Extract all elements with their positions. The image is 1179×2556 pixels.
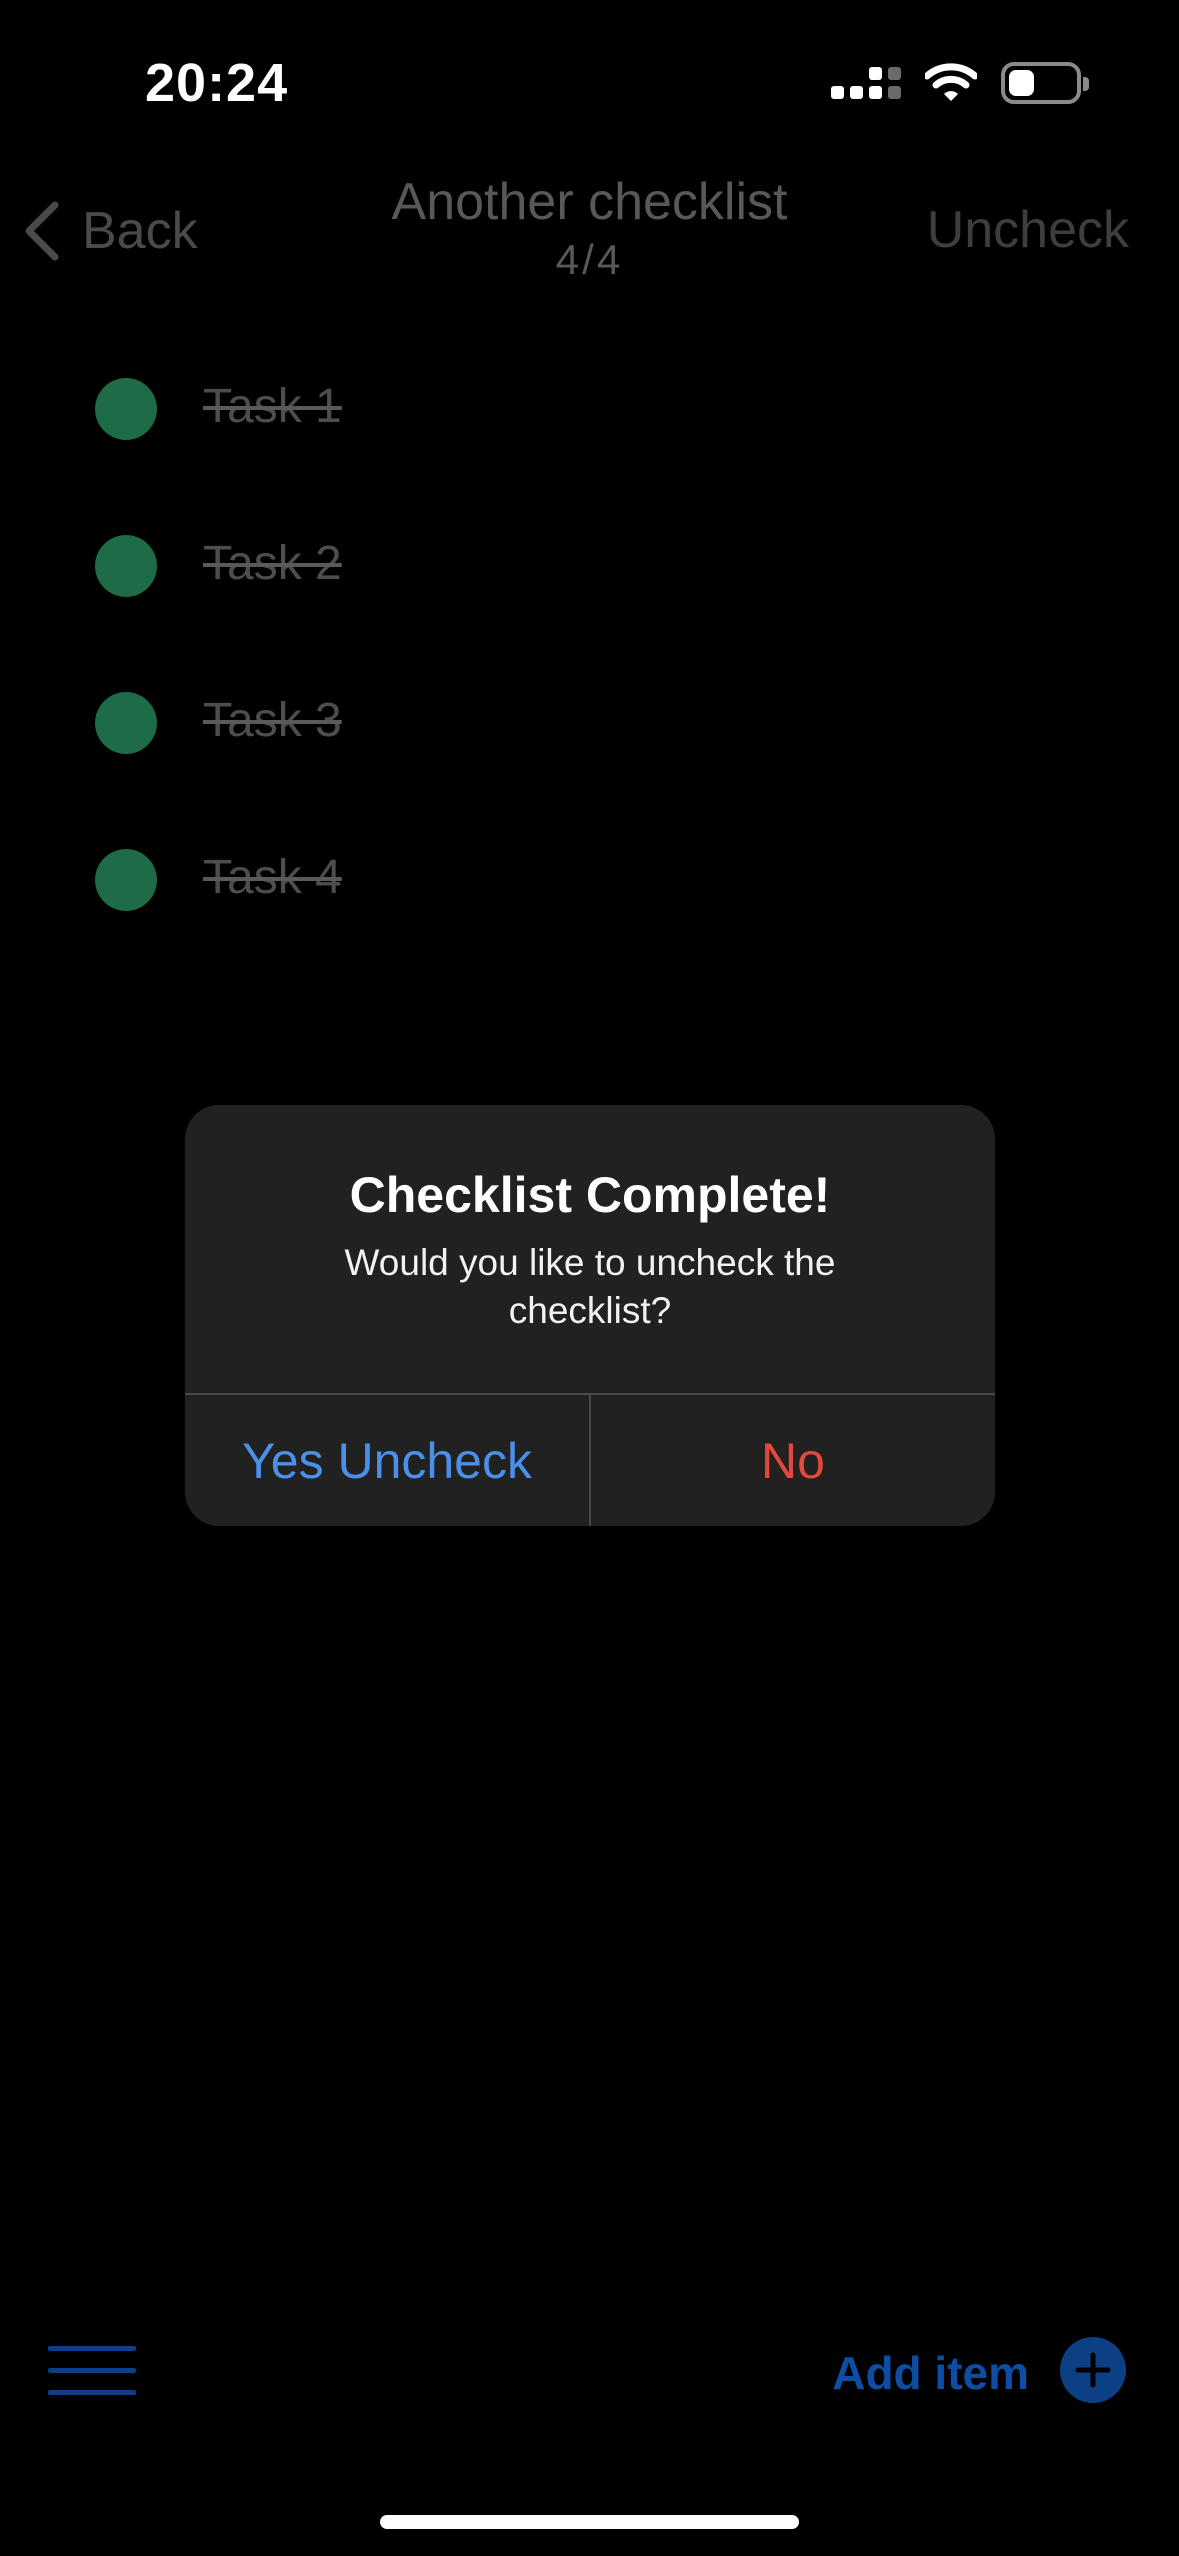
checked-circle-icon[interactable]: [95, 378, 157, 440]
task-row[interactable]: Task 1: [0, 345, 1179, 502]
back-label: Back: [82, 202, 198, 260]
back-button[interactable]: Back: [22, 200, 198, 262]
task-row[interactable]: Task 4: [0, 816, 1179, 973]
task-row[interactable]: Task 3: [0, 659, 1179, 816]
status-icons: [831, 62, 1089, 104]
alert-message: Would you like to uncheck the checklist?: [344, 1242, 836, 1332]
task-list: Task 1 Task 2 Task 3 Task 4: [0, 345, 1179, 973]
checklist-screen: 20:24 Back Another checklist 4/4 Uncheck…: [0, 0, 1179, 2556]
wifi-icon: [925, 63, 977, 101]
task-label: Task 2: [203, 537, 342, 590]
checked-circle-icon[interactable]: [95, 849, 157, 911]
chevron-left-icon: [25, 201, 59, 261]
alert-body: Checklist Complete! Would you like to un…: [185, 1105, 995, 1393]
battery-level: [1009, 70, 1034, 96]
no-button[interactable]: No: [591, 1395, 995, 1526]
cellular-signal-icon: [831, 67, 901, 99]
checklist-complete-alert: Checklist Complete! Would you like to un…: [185, 1105, 995, 1526]
checked-circle-icon[interactable]: [95, 535, 157, 597]
alert-title: Checklist Complete!: [349, 1167, 831, 1223]
add-item-button[interactable]: Add item: [832, 2346, 1029, 2400]
task-label: Task 3: [203, 694, 342, 747]
uncheck-button[interactable]: Uncheck: [927, 200, 1129, 260]
task-row[interactable]: Task 2: [0, 502, 1179, 659]
home-indicator: [380, 2515, 799, 2529]
menu-icon[interactable]: [48, 2346, 136, 2396]
status-bar: 20:24: [0, 0, 1179, 170]
battery-icon: [1001, 62, 1089, 104]
task-label: Task 1: [203, 380, 342, 433]
yes-uncheck-button[interactable]: Yes Uncheck: [185, 1395, 589, 1526]
plus-icon[interactable]: [1060, 2337, 1126, 2403]
task-label: Task 4: [203, 851, 342, 904]
status-time: 20:24: [145, 53, 289, 113]
navigation-bar: Back Another checklist 4/4 Uncheck: [0, 170, 1179, 310]
checked-circle-icon[interactable]: [95, 692, 157, 754]
bottom-toolbar: Add item: [0, 2310, 1179, 2430]
